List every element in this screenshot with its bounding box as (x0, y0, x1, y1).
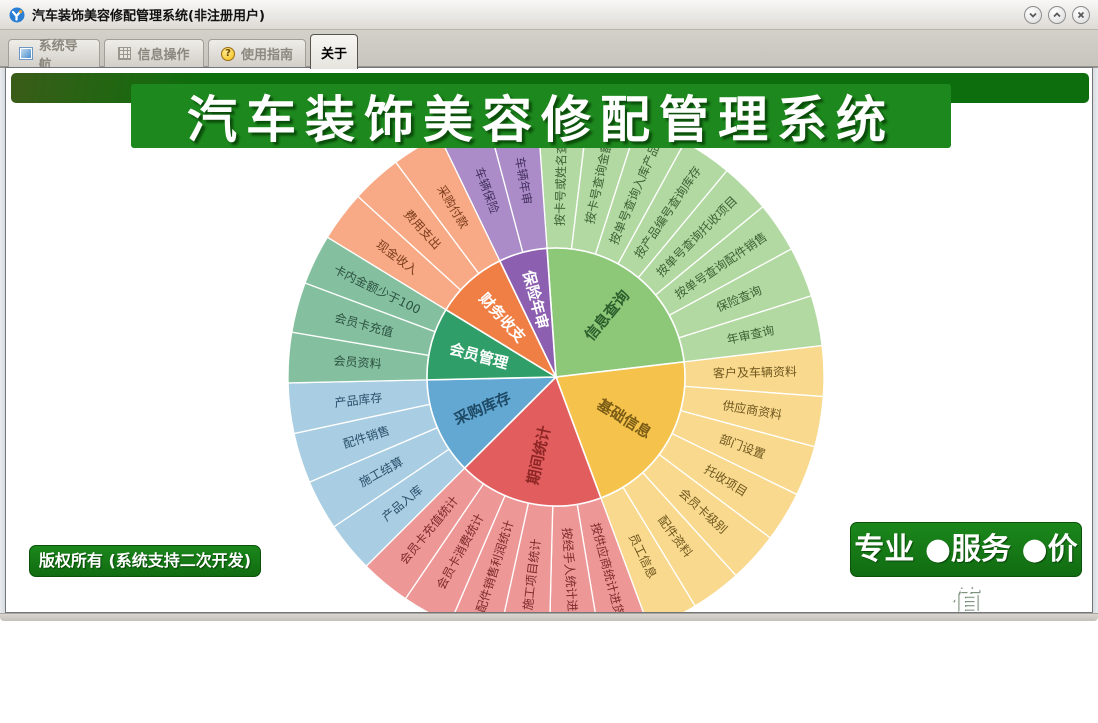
title-banner: 汽车装饰美容修配管理系统 (131, 84, 951, 149)
tab-bar: 系统导航 信息操作 ? 使用指南 关于 (0, 30, 1098, 73)
close-icon (1077, 11, 1085, 19)
chevron-down-icon (1029, 12, 1037, 18)
copyright-badge: 版权所有 (系统支持二次开发) (29, 545, 261, 577)
app-logo-icon (9, 7, 25, 22)
tab-label: 信息操作 (137, 48, 190, 63)
tab-information-operations[interactable]: 信息操作 (104, 39, 204, 67)
minimize-button[interactable] (1024, 6, 1042, 24)
tab-label: 关于 (321, 46, 348, 62)
banner-title: 汽车装饰美容修配管理系统 (187, 91, 895, 149)
chevron-up-icon (1053, 12, 1061, 18)
maximize-button[interactable] (1048, 6, 1066, 24)
sunburst-wedge-label: 客户及车辆资料 (713, 364, 797, 381)
tab-system-navigation[interactable]: 系统导航 (8, 39, 100, 73)
window-icon (19, 47, 33, 60)
window-title: 汽车装饰美容修配管理系统(非注册用户) (32, 9, 265, 24)
close-button[interactable] (1072, 6, 1090, 24)
tab-about[interactable]: 关于 (310, 34, 358, 69)
window-frame-bottom (0, 613, 1098, 621)
slogan-badge: 专业 ●服务 ●价值 (850, 522, 1082, 612)
about-panel: 按卡号或姓名查询 按卡号查询金额 按单号查询入库产品 按产品编号查询库存 按单号查询托收… (5, 67, 1093, 613)
tab-user-guide[interactable]: ? 使用指南 (208, 39, 306, 67)
window-frame-right (1093, 68, 1098, 613)
tab-label: 使用指南 (240, 48, 293, 63)
help-icon: ? (220, 46, 235, 61)
app-window: 汽车装饰美容修配管理系统(非注册用户) 系统导航 信息操作 ? 使用指南 关于 … (0, 0, 1098, 723)
grid-icon (118, 47, 132, 60)
title-bar: 汽车装饰美容修配管理系统(非注册用户) (0, 0, 1098, 30)
